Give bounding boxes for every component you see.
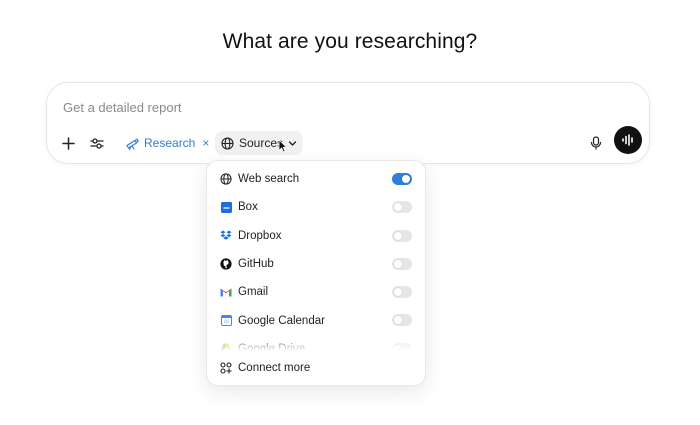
waveform-icon xyxy=(622,134,633,146)
box-toggle[interactable] xyxy=(392,201,412,214)
connect-more-label: Connect more xyxy=(238,362,311,374)
connect-more-button[interactable]: Connect more xyxy=(207,357,425,379)
globe-icon xyxy=(220,173,232,185)
source-item-github[interactable]: GitHub xyxy=(207,250,425,278)
plus-icon xyxy=(61,136,75,150)
source-item-google-drive[interactable]: Google Drive xyxy=(207,335,425,353)
sources-list: Web search Box Dropbox GitHub Gmail Goog… xyxy=(207,165,425,353)
prompt-input[interactable] xyxy=(63,97,623,117)
source-item-gmail[interactable]: Gmail xyxy=(207,278,425,306)
globe-icon xyxy=(221,136,234,150)
web-search-toggle[interactable] xyxy=(392,173,412,185)
research-chip-label: Research xyxy=(144,136,196,150)
page-title: What are you researching? xyxy=(222,30,478,53)
composer: Research × Sources xyxy=(46,82,650,164)
tools-button[interactable] xyxy=(84,130,110,156)
gmail-toggle[interactable] xyxy=(392,286,412,299)
box-icon xyxy=(220,201,232,213)
google-calendar-icon xyxy=(220,315,232,327)
research-chip-remove-button[interactable]: × xyxy=(202,136,209,150)
composer-toolbar: Research × Sources xyxy=(47,126,649,157)
source-item-web-search[interactable]: Web search xyxy=(207,165,425,193)
sources-dropdown-button[interactable]: Sources xyxy=(215,131,304,155)
sliders-icon xyxy=(90,137,104,149)
github-icon xyxy=(220,258,232,270)
dictate-button[interactable] xyxy=(583,130,609,156)
google-drive-toggle[interactable] xyxy=(392,342,412,353)
google-calendar-toggle[interactable] xyxy=(392,314,412,327)
voice-mode-button[interactable] xyxy=(614,126,642,154)
sources-label: Sources xyxy=(239,136,284,150)
microphone-icon xyxy=(590,136,602,150)
add-button[interactable] xyxy=(55,130,81,156)
apps-grid-icon xyxy=(220,362,232,374)
github-toggle[interactable] xyxy=(392,257,412,270)
source-item-google-calendar[interactable]: Google Calendar xyxy=(207,306,425,334)
sources-menu: Web search Box Dropbox GitHub Gmail Goog… xyxy=(206,160,426,386)
source-item-box[interactable]: Box xyxy=(207,193,425,221)
dropbox-icon xyxy=(220,230,232,242)
gmail-icon xyxy=(220,286,232,298)
google-drive-icon xyxy=(220,343,232,353)
dropbox-toggle[interactable] xyxy=(392,229,412,242)
mouse-cursor-icon xyxy=(278,139,288,153)
source-item-dropbox[interactable]: Dropbox xyxy=(207,222,425,250)
research-mode-chip[interactable]: Research × xyxy=(121,132,213,154)
telescope-icon xyxy=(126,138,139,150)
chevron-down-icon xyxy=(288,140,297,146)
